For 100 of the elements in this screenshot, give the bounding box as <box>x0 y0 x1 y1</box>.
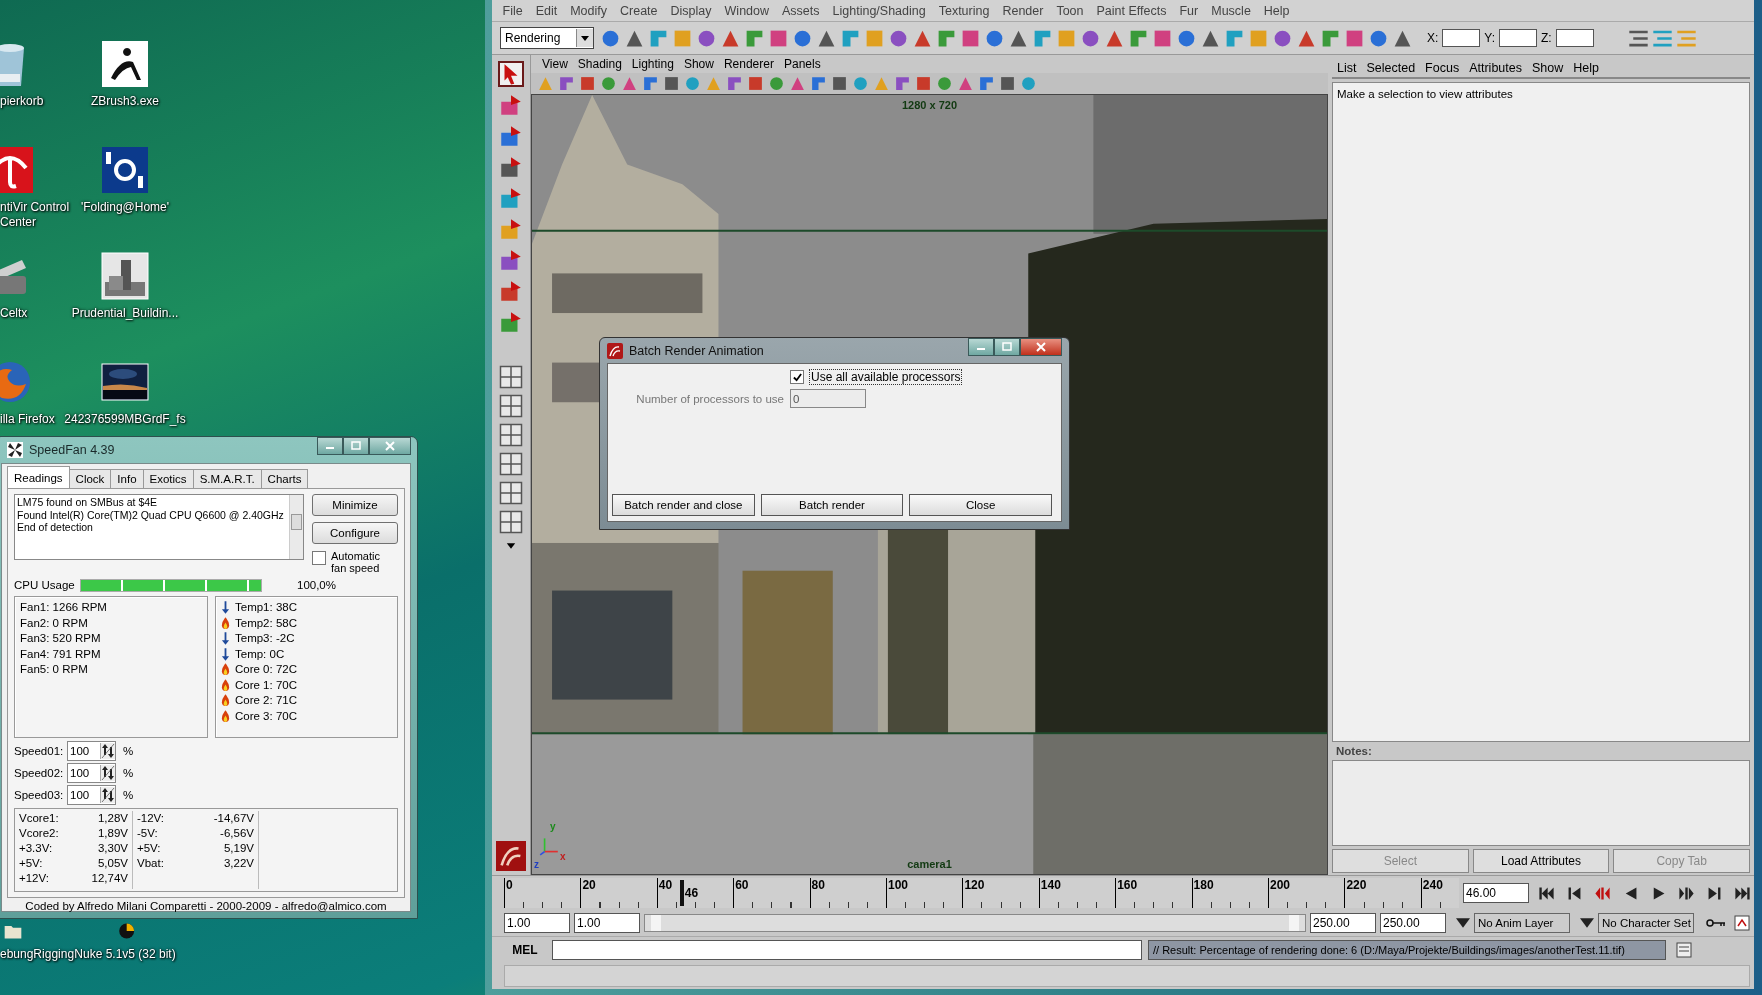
hint-text: Make a selection to view attributes <box>1337 88 1513 100</box>
push-button[interactable]: Close <box>909 494 1052 516</box>
push-button[interactable]: Batch render and close <box>612 494 755 516</box>
coordinate-field[interactable] <box>1442 29 1481 47</box>
desktop-icon-label[interactable]: ZBrush3.exe <box>90 94 159 109</box>
start-time-field[interactable]: 1.00 <box>504 913 570 933</box>
caret-icon[interactable] <box>1580 918 1594 928</box>
close-button[interactable] <box>369 437 411 455</box>
end-time-field[interactable]: 250.00 <box>1380 913 1446 933</box>
maximize-button[interactable] <box>994 338 1020 356</box>
checkbox[interactable] <box>312 551 326 565</box>
desktop-icon-label[interactable]: pierkorb <box>0 94 44 109</box>
menu-item[interactable]: Help <box>1568 61 1604 75</box>
app-icon[interactable] <box>101 146 149 194</box>
menu-item[interactable]: Paint Effects <box>1090 3 1173 18</box>
desktop-icon-label[interactable]: ebungRigging <box>0 947 75 962</box>
spin-arrows-icon[interactable] <box>100 787 115 803</box>
menu-item[interactable]: Help <box>1257 3 1297 18</box>
menu-set-dropdown[interactable]: Rendering <box>500 27 594 49</box>
menu-item[interactable]: Muscle <box>1204 3 1258 18</box>
tab[interactable]: Charts <box>260 469 309 488</box>
range-bar[interactable] <box>644 914 1306 932</box>
menu-item[interactable]: Panels <box>778 57 826 71</box>
spin-arrows-icon[interactable] <box>100 743 115 759</box>
caret-icon[interactable] <box>1456 918 1470 928</box>
layout-icon[interactable] <box>499 423 523 447</box>
menu-item[interactable]: File <box>496 3 530 18</box>
menu-item[interactable]: Focus <box>1420 61 1465 75</box>
layout-icon[interactable] <box>499 481 523 505</box>
range-end-field[interactable]: 250.00 <box>1310 913 1376 933</box>
menu-item[interactable]: Edit <box>529 3 564 18</box>
push-button[interactable]: Load Attributes <box>1472 849 1610 873</box>
preferences-icon[interactable] <box>1734 915 1750 931</box>
menu-item[interactable]: Renderer <box>718 57 779 71</box>
tab[interactable]: Exotics <box>142 469 194 488</box>
layout-icon[interactable] <box>499 394 523 418</box>
playhead[interactable] <box>679 880 684 906</box>
speed-spinner[interactable]: 100 <box>67 785 116 805</box>
script-editor-icon[interactable] <box>1676 942 1692 958</box>
figure-icon[interactable] <box>101 40 149 88</box>
menu-item[interactable]: Window <box>718 3 776 18</box>
layout-icon[interactable] <box>499 510 523 534</box>
menu-item[interactable]: Lighting <box>626 57 679 71</box>
menu-item[interactable]: Assets <box>775 3 827 18</box>
checkbox-label[interactable]: Use all available processors <box>809 369 963 385</box>
menu-item[interactable]: Modify <box>563 3 614 18</box>
desktop-icon-label[interactable]: illa Firefox <box>0 412 55 427</box>
umbrella-icon[interactable] <box>0 146 34 194</box>
scrollbar[interactable] <box>289 495 303 559</box>
menu-item[interactable]: Show <box>1526 61 1569 75</box>
close-button[interactable] <box>1020 338 1062 356</box>
menu-item[interactable]: Shading <box>572 57 627 71</box>
notes-field[interactable] <box>1332 760 1750 846</box>
coordinate-field[interactable] <box>1499 29 1538 47</box>
time-slider[interactable]: 0 20 40 60 80 100 120 140 160 180 200 220 240 46 <box>504 878 1459 908</box>
menu-item[interactable]: View <box>537 57 573 71</box>
maximize-button[interactable] <box>343 437 369 455</box>
tool-icon[interactable] <box>498 61 524 87</box>
push-button[interactable]: Configure <box>312 522 398 544</box>
tab[interactable]: Clock <box>68 469 112 488</box>
menu-item[interactable]: Fur <box>1173 3 1205 18</box>
desktop-icon-label[interactable]: 242376599MBGrdF_fs <box>64 412 186 427</box>
menu-item[interactable]: Attributes <box>1464 61 1527 75</box>
checkbox[interactable] <box>790 370 804 384</box>
menu-item[interactable]: Create <box>613 3 665 18</box>
menu-item[interactable]: Selected <box>1361 61 1421 75</box>
menu-item[interactable]: Render <box>995 3 1050 18</box>
command-field[interactable] <box>552 940 1142 960</box>
menu-item[interactable]: Texturing <box>932 3 996 18</box>
speed-spinner[interactable]: 100 <box>67 763 116 783</box>
desktop-icon-label[interactable]: 'Folding@Home' <box>80 200 170 215</box>
desktop-icon-label[interactable]: Prudential_Buildin... <box>71 306 179 321</box>
coordinate-label: Y: <box>1484 31 1496 45</box>
app-logo-icon[interactable] <box>496 841 526 871</box>
layout-icon[interactable] <box>499 452 523 476</box>
command-language-label[interactable]: MEL <box>504 943 546 957</box>
push-button[interactable]: Minimize <box>312 494 398 516</box>
tab[interactable]: Readings <box>7 466 70 488</box>
speed-spinner[interactable]: 100 <box>67 741 116 761</box>
anim-layer-dropdown[interactable]: No Anim Layer <box>1474 913 1570 933</box>
push-button[interactable]: Batch render <box>760 494 904 516</box>
minimize-button[interactable] <box>968 338 994 356</box>
menu-item[interactable]: List <box>1332 61 1362 75</box>
layout-icon[interactable] <box>499 365 523 389</box>
minimize-button[interactable] <box>317 437 343 455</box>
desktop-icon-label[interactable]: Nuke 5.1v5 (32 bit) <box>74 947 176 962</box>
coordinate-field[interactable] <box>1555 29 1594 47</box>
tab[interactable]: S.M.A.R.T. <box>192 469 262 488</box>
character-set-dropdown[interactable]: No Character Set <box>1598 913 1694 933</box>
menu-item[interactable]: Show <box>678 57 719 71</box>
menu-item[interactable]: Display <box>664 3 719 18</box>
current-frame-field[interactable]: 46.00 <box>1463 883 1529 903</box>
desktop-icon-label[interactable]: Celtx <box>0 306 28 321</box>
tab[interactable]: Info <box>110 469 144 488</box>
key-icon[interactable] <box>1706 917 1726 929</box>
range-start-field[interactable]: 1.00 <box>574 913 640 933</box>
spin-arrows-icon[interactable] <box>100 765 115 781</box>
menu-item[interactable]: Lighting/Shading <box>826 3 933 18</box>
checkbox-label[interactable]: Automatic fan speed <box>331 550 398 574</box>
menu-item[interactable]: Toon <box>1049 3 1091 18</box>
